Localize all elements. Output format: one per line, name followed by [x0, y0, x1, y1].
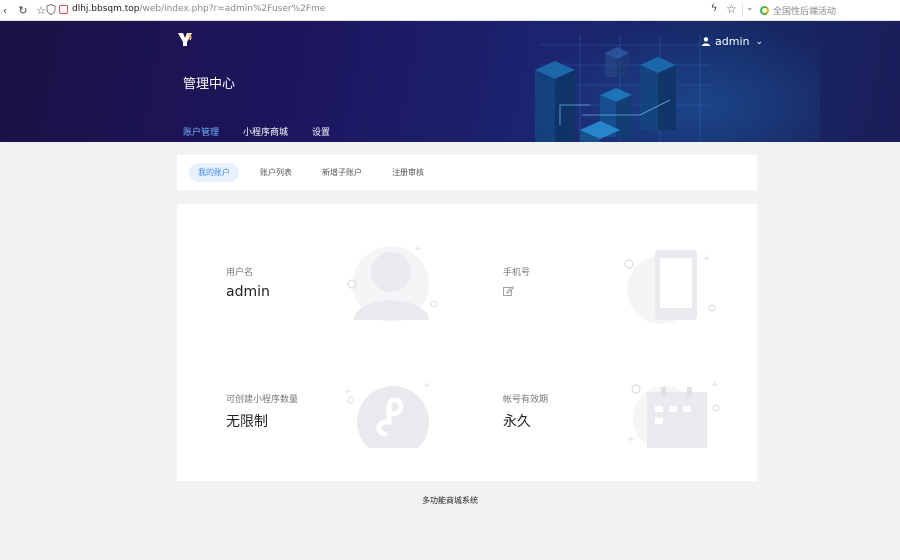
shield-icon [46, 4, 56, 15]
url-host: dlhj.bbsqm.top [72, 4, 140, 14]
page-title: 管理中心 [183, 77, 236, 92]
svg-text:+: + [711, 380, 719, 390]
edit-icon[interactable] [503, 286, 514, 297]
username-field-label: 用户名 [226, 268, 254, 278]
subnav-add-sub-account[interactable]: 新增子账户 [313, 163, 371, 182]
expiry-field: 帐号有效期 永久 [503, 392, 548, 431]
miniapp-count-field: 可创建小程序数量 无限制 [226, 392, 298, 431]
user-menu[interactable]: admin ⌄ [702, 35, 763, 48]
lightning-icon[interactable]: ϟ [708, 3, 720, 14]
expiry-field-label: 帐号有效期 [503, 395, 549, 405]
user-icon [702, 37, 710, 46]
main-tabs: 账户管理 小程序商城 设置 [183, 125, 354, 142]
phone-field-label: 手机号 [503, 268, 531, 278]
user-illustration-icon: + [347, 244, 438, 322]
app-logo[interactable] [176, 30, 194, 48]
username-field: 用户名 admin [226, 265, 270, 300]
svg-text:+: + [414, 244, 422, 254]
svg-text:+: + [344, 387, 352, 397]
username-field-value: admin [226, 284, 270, 300]
address-bar[interactable]: dlhj.bbsqm.top/web/index.php?r=admin%2Fu… [72, 4, 325, 14]
calendar-illustration-icon: + + [627, 380, 720, 448]
browser-search-box[interactable]: 全国性后端活动 [760, 2, 900, 18]
chevron-down-icon[interactable]: ⌄ [746, 3, 754, 13]
tab-miniapp-mall[interactable]: 小程序商城 [243, 125, 288, 142]
miniprogram-illustration-icon: + + [344, 381, 431, 448]
subnav-account-list[interactable]: 账户列表 [251, 163, 301, 182]
subnav-my-account[interactable]: 我的账户 [189, 163, 239, 182]
miniapp-count-value: 无限制 [226, 414, 268, 430]
reload-icon[interactable]: ↻ [16, 3, 30, 17]
tab-settings[interactable]: 设置 [312, 125, 330, 142]
cubes-illustration [535, 35, 710, 142]
svg-text:+: + [627, 435, 635, 445]
toolbar-divider [742, 4, 743, 17]
expiry-field-value: 永久 [503, 414, 531, 430]
favorite-star-icon[interactable]: ☆ [726, 2, 737, 16]
tab-account-management[interactable]: 账户管理 [183, 125, 219, 142]
phone-field: 手机号 [503, 265, 530, 297]
svg-text:+: + [703, 254, 711, 264]
browser-toolbar: ‹ ↻ ☆ dlhj.bbsqm.top/web/index.php?r=adm… [0, 0, 900, 21]
phone-illustration-icon: + [624, 250, 716, 324]
back-icon[interactable]: ‹ [0, 3, 12, 17]
header-banner: admin ⌄ 管理中心 账户管理 小程序商城 设置 [0, 21, 900, 142]
sub-navigation: 我的账户 账户列表 新增子账户 注册审核 [177, 155, 757, 190]
username-label: admin [715, 35, 750, 48]
miniapp-count-label: 可创建小程序数量 [226, 395, 299, 405]
subnav-registration-review[interactable]: 注册审核 [383, 163, 433, 182]
url-path: /web/index.php?r=admin%2Fuser%2Fme [139, 4, 326, 14]
footer-text: 多功能商城系统 [422, 496, 478, 505]
search-engine-icon [760, 5, 769, 15]
chevron-down-icon: ⌄ [755, 36, 764, 47]
svg-text:+: + [423, 381, 431, 391]
insecure-lock-icon [59, 5, 68, 14]
account-info-card: 用户名 admin + 手机号 + 可创建小程序数量 无限制 + + 帐号有效期… [177, 204, 757, 481]
search-text: 全国性后端活动 [773, 6, 837, 17]
